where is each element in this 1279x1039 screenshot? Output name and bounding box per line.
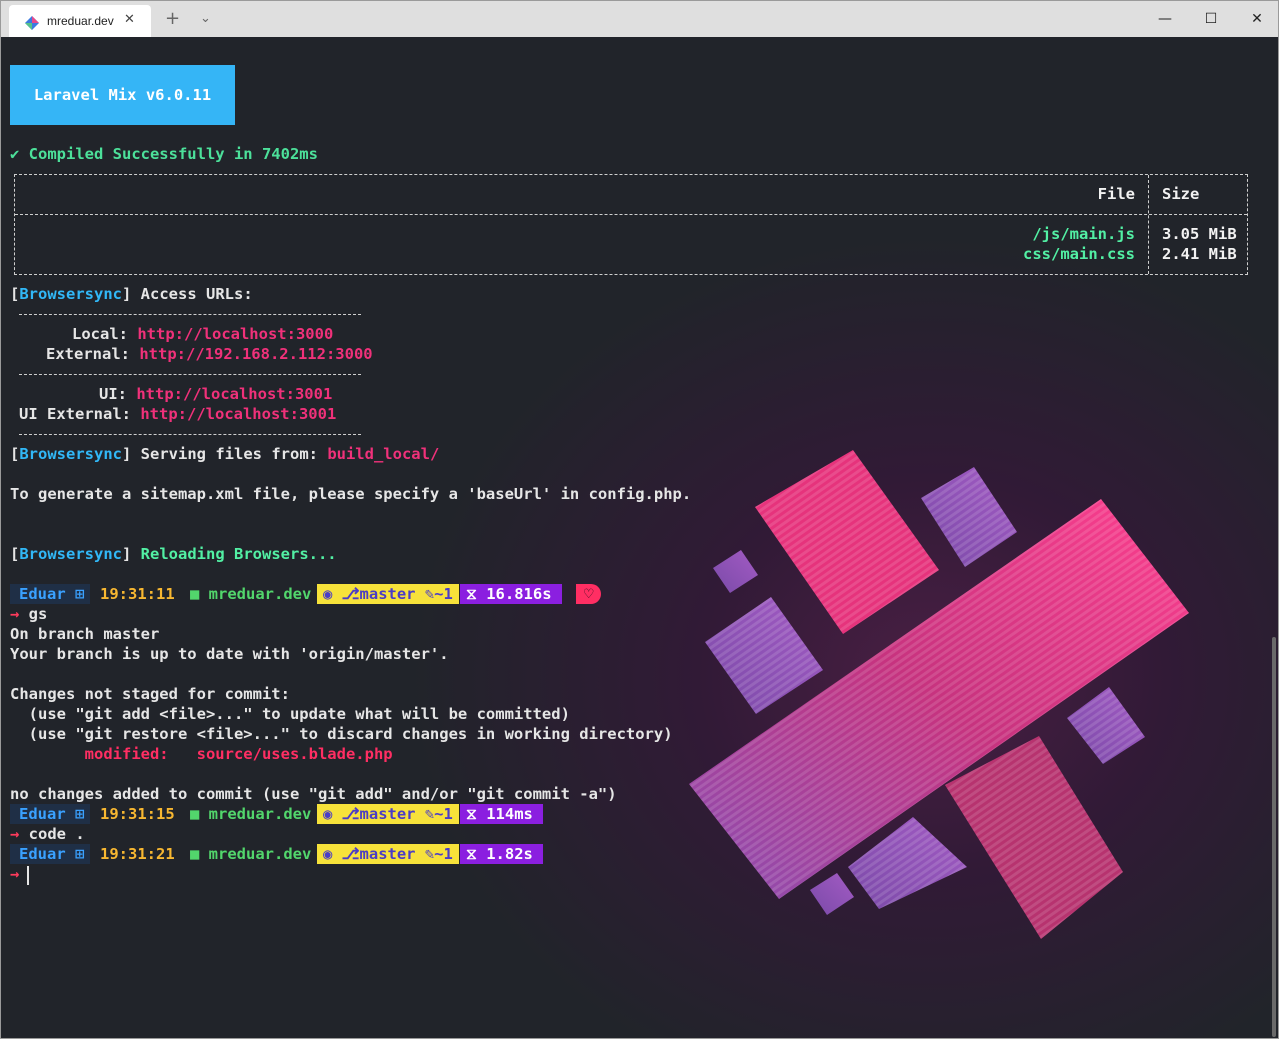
- laravel-mix-version-badge: Laravel Mix v6.0.11: [10, 65, 235, 125]
- divider-line: [19, 314, 361, 315]
- command-text: gs: [19, 605, 48, 623]
- prompt-time: 19:31:15: [100, 805, 175, 823]
- heart-icon: ♡: [576, 584, 602, 604]
- bracket: [: [10, 285, 20, 303]
- reloading-message: Reloading Browsers...: [131, 545, 337, 563]
- table-column-divider: [1148, 175, 1149, 274]
- prompt-time: 19:31:21: [100, 845, 175, 863]
- prompt-directory: ■ mreduar.dev: [190, 585, 312, 603]
- browsersync-tag: Browsersync: [19, 445, 122, 463]
- table-header-size: Size: [1162, 185, 1200, 203]
- table-row-size: 2.41 MiB: [1162, 245, 1237, 263]
- local-url-line: Local: http://localhost:3000: [72, 324, 333, 344]
- window-titlebar: mreduar.dev ✕ + ⌄ — ☐ ✕: [0, 0, 1279, 38]
- divider-line: [19, 434, 361, 435]
- prompt-arrow-icon: →: [10, 865, 20, 883]
- ui-url-line: UI: http://localhost:3001: [99, 384, 332, 404]
- tab-dropdown-chevron-icon[interactable]: ⌄: [200, 11, 211, 26]
- prompt-directory: ■ mreduar.dev: [190, 845, 312, 863]
- prompt-user: Eduar ⊞: [10, 584, 91, 604]
- ui-label: UI:: [99, 385, 137, 403]
- table-header-file: File: [1097, 185, 1135, 203]
- external-label: External:: [46, 345, 140, 363]
- table-row-file: css/main.css: [1023, 245, 1135, 263]
- ui-external-url-line: UI External: http://localhost:3001: [19, 404, 336, 424]
- ui-external-url-link[interactable]: http://localhost:3001: [140, 405, 336, 423]
- command-line: →: [10, 864, 19, 884]
- prompt-arrow-icon: →: [10, 605, 20, 623]
- git-status-output: (use "git restore <file>..." to discard …: [10, 725, 673, 743]
- ui-external-label: UI External:: [19, 405, 141, 423]
- assets-table: File Size /js/main.js 3.05 MiB css/main.…: [14, 174, 1248, 275]
- prompt-duration: ⧖ 1.82s: [460, 844, 543, 864]
- browser-tab[interactable]: mreduar.dev ✕: [9, 5, 151, 38]
- prompt-git-branch: ◉ ⎇master ✎~1: [317, 584, 459, 604]
- bracket: ]: [122, 545, 132, 563]
- prompt-duration: ⧖ 16.816s: [460, 584, 562, 604]
- terminal-scrollbar[interactable]: [1272, 637, 1276, 1037]
- terminal-tab-icon: [25, 16, 39, 30]
- prompt-git-branch: ◉ ⎇master ✎~1: [317, 844, 459, 864]
- git-status-output: (use "git add <file>..." to update what …: [10, 705, 570, 723]
- command-line: → code .: [10, 824, 85, 844]
- table-row-size: 3.05 MiB: [1162, 225, 1237, 243]
- bracket: [: [10, 445, 20, 463]
- prompt-user: Eduar ⊞: [10, 804, 91, 824]
- modified-label: modified:: [10, 745, 197, 763]
- serving-path: build_local/: [327, 445, 440, 463]
- table-row-file: /js/main.js: [1032, 225, 1135, 243]
- divider-line: [19, 374, 361, 375]
- prompt-time: 19:31:11: [100, 585, 175, 603]
- git-modified-line: modified: source/uses.blade.php: [10, 744, 393, 764]
- command-text: code .: [19, 825, 85, 843]
- table-divider: [15, 214, 1247, 215]
- modified-file: source/uses.blade.php: [196, 745, 393, 763]
- git-status-output: no changes added to commit (use "git add…: [10, 785, 617, 803]
- local-url-link[interactable]: http://localhost:3000: [137, 325, 333, 343]
- minimize-button[interactable]: —: [1142, 1, 1188, 38]
- git-status-output: Changes not staged for commit:: [10, 685, 290, 703]
- tab-close-icon[interactable]: ✕: [124, 12, 135, 27]
- browsersync-access-urls-line: [Browsersync] Access URLs:: [10, 284, 253, 304]
- prompt-user: Eduar ⊞: [10, 844, 91, 864]
- git-status-output: Your branch is up to date with 'origin/m…: [10, 645, 449, 663]
- browsersync-tag: Browsersync: [19, 545, 122, 563]
- local-label: Local:: [72, 325, 138, 343]
- serving-files-line: [Browsersync] Serving files from: build_…: [10, 444, 439, 464]
- sitemap-note: To generate a sitemap.xml file, please s…: [10, 485, 692, 503]
- git-status-output: On branch master: [10, 625, 160, 643]
- new-tab-button[interactable]: +: [165, 8, 180, 29]
- maximize-button[interactable]: ☐: [1188, 1, 1234, 38]
- serving-label: Serving files from:: [131, 445, 328, 463]
- external-url-link[interactable]: http://192.168.2.112:3000: [139, 345, 372, 363]
- prompt-duration: ⧖ 114ms: [460, 804, 543, 824]
- terminal-pane[interactable]: Laravel Mix v6.0.11 ✔ Compiled Successfu…: [0, 37, 1279, 1039]
- browsersync-tag: Browsersync: [19, 285, 122, 303]
- reloading-browsers-line: [Browsersync] Reloading Browsers...: [10, 544, 337, 564]
- prompt-git-branch: ◉ ⎇master ✎~1: [317, 804, 459, 824]
- prompt-arrow-icon: →: [10, 825, 20, 843]
- command-line: → gs: [10, 604, 47, 624]
- ui-url-link[interactable]: http://localhost:3001: [136, 385, 332, 403]
- external-url-line: External: http://192.168.2.112:3000: [46, 344, 373, 364]
- compiled-success-message: ✔ Compiled Successfully in 7402ms: [10, 145, 318, 163]
- bracket: ]: [122, 445, 132, 463]
- bracket: [: [10, 545, 20, 563]
- text-cursor: [27, 866, 29, 885]
- access-urls-label: Access URLs:: [131, 285, 253, 303]
- bracket: ]: [122, 285, 132, 303]
- prompt-directory: ■ mreduar.dev: [190, 805, 312, 823]
- close-window-button[interactable]: ✕: [1234, 1, 1279, 38]
- tab-title: mreduar.dev: [47, 14, 114, 28]
